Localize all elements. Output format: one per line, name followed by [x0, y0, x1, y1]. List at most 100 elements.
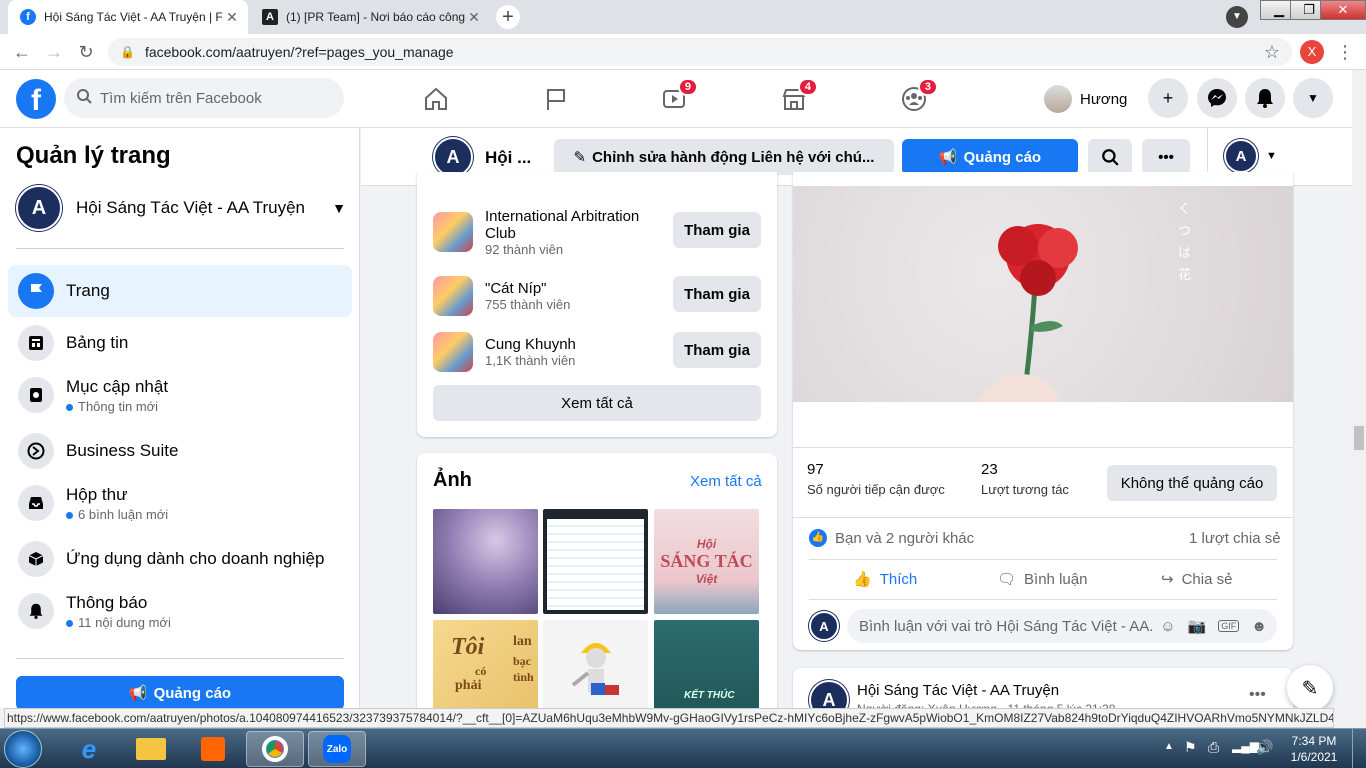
photo-thumbnail[interactable] [433, 509, 538, 614]
sidebar-promote-button[interactable]: 📢 Quảng cáo [16, 676, 344, 710]
reload-icon[interactable]: ↻ [76, 42, 96, 62]
reactions-text: Bạn và 2 người khác [835, 529, 975, 547]
join-group-button[interactable]: Tham gia [673, 332, 761, 368]
edit-contact-label: Chỉnh sửa hành động Liên hệ với chú... [592, 148, 875, 166]
user-name: Hương [1080, 90, 1128, 108]
back-arrow-icon[interactable]: ← [12, 42, 32, 62]
taskbar-ie-icon[interactable]: e [60, 731, 118, 767]
promote-button[interactable]: 📢 Quảng cáo [902, 139, 1078, 175]
browser-tab-active[interactable]: f Hội Sáng Tác Việt - AA Truyện | F ✕ [8, 0, 248, 34]
address-bar[interactable]: 🔒 facebook.com/aatruyen/?ref=pages_you_m… [108, 38, 1292, 66]
page-short-name[interactable]: Hội ... [485, 148, 531, 168]
compose-message-button[interactable]: ✎ [1287, 665, 1333, 711]
tray-network-icon[interactable]: ▂▄▆ [1232, 739, 1259, 753]
taskbar-chrome-icon[interactable] [246, 731, 304, 767]
more-options-button[interactable]: ••• [1142, 139, 1190, 175]
comment-input[interactable]: Bình luận với vai trò Hội Sáng Tác Việt … [847, 609, 1277, 643]
shares-count[interactable]: 1 lượt chia sẻ [1189, 530, 1281, 547]
profile-link[interactable]: Hương [1044, 82, 1127, 116]
taskbar-zalo-icon[interactable]: Zalo [308, 731, 366, 767]
group-thumbnail[interactable] [433, 276, 473, 316]
facebook-logo-icon[interactable]: f [16, 79, 56, 119]
gif-icon[interactable]: GIF [1218, 620, 1240, 632]
sidebar-item-page[interactable]: Trang [8, 265, 352, 317]
close-tab-icon[interactable]: ✕ [466, 9, 482, 25]
join-group-button[interactable]: Tham gia [673, 276, 761, 312]
thumb-text: KẾT THÚC [684, 690, 735, 701]
sidebar-item-business-apps[interactable]: Ứng dụng dành cho doanh nghiệp [8, 533, 352, 585]
start-button[interactable] [4, 730, 42, 768]
share-button[interactable]: ↪ Chia sẻ [1161, 570, 1232, 589]
page-switcher[interactable]: A Hội Sáng Tác Việt - AA Truyện ▼ [16, 184, 346, 232]
tray-printer-icon[interactable]: ⎙ [1208, 739, 1219, 756]
group-name[interactable]: Cung Khuynh [485, 336, 671, 353]
like-button[interactable]: 👍 Thích [853, 570, 917, 589]
post-author[interactable]: Hội Sáng Tác Việt - AA Truyện [857, 682, 1059, 699]
reactions-summary[interactable]: 👍 Bạn và 2 người khác [809, 529, 974, 547]
sticker-icon[interactable]: ☻ [1251, 618, 1267, 635]
menu-kebab-icon[interactable]: ⋮ [1336, 42, 1354, 63]
pages-flag-icon[interactable] [538, 82, 574, 116]
post-image[interactable]: く つ は 花 [793, 186, 1293, 402]
page-search-button[interactable] [1088, 139, 1132, 175]
show-desktop-button[interactable] [1352, 729, 1366, 768]
sidebar-item-news-feed[interactable]: Bảng tin [8, 317, 352, 369]
notifications-bell-icon[interactable] [1245, 78, 1285, 118]
close-window-button[interactable]: ✕ [1320, 0, 1366, 20]
create-plus-icon[interactable]: + [1148, 78, 1188, 118]
sidebar-item-sub: 11 nội dung mới [66, 615, 171, 630]
caret-down-icon[interactable]: ▼ [1266, 150, 1277, 162]
sidebar-item-inbox[interactable]: Hộp thư 6 bình luận mới [8, 477, 352, 529]
group-name[interactable]: International Arbitration Club [485, 208, 671, 242]
group-thumbnail[interactable] [433, 332, 473, 372]
comment-button[interactable]: 🗨 Bình luận [997, 570, 1087, 589]
tab-search-icon[interactable]: ▼ [1226, 6, 1248, 28]
marketplace-icon[interactable]: 4 [776, 78, 818, 116]
taskbar-explorer-icon[interactable] [122, 731, 180, 767]
scrollbar-thumb[interactable] [1354, 426, 1364, 450]
edit-contact-button[interactable]: ✎ Chỉnh sửa hành động Liên hệ với chú... [554, 139, 894, 175]
browser-tab[interactable]: A (1) [PR Team] - Nơi báo cáo công ✕ [250, 0, 490, 34]
page-scrollbar[interactable] [1352, 70, 1366, 728]
join-group-button[interactable]: Tham gia [673, 212, 761, 248]
see-all-groups-button[interactable]: Xem tất cả [433, 385, 761, 421]
cannot-promote-button[interactable]: Không thể quảng cáo [1107, 465, 1277, 501]
taskbar-clock[interactable]: 7:34 PM 1/6/2021 [1286, 733, 1342, 765]
group-thumbnail[interactable] [433, 212, 473, 252]
sidebar-item-business-suite[interactable]: Business Suite [8, 425, 352, 477]
forward-arrow-icon[interactable]: → [44, 42, 64, 62]
bookmark-star-icon[interactable]: ☆ [1264, 42, 1280, 63]
tray-volume-icon[interactable]: 🔊 [1256, 739, 1273, 756]
emoji-icon[interactable]: ☺ [1160, 618, 1175, 635]
sidebar-item-updates[interactable]: Mục cập nhật Thông tin mới [8, 369, 352, 421]
group-name[interactable]: "Cát Níp" [485, 280, 671, 297]
tray-expand-icon[interactable]: ▲ [1164, 741, 1174, 752]
close-tab-icon[interactable]: ✕ [224, 9, 240, 25]
post-more-icon[interactable]: ••• [1249, 686, 1266, 704]
thumb-text: lan [513, 634, 532, 649]
groups-icon[interactable]: 3 [896, 78, 938, 116]
page-header-logo[interactable]: A [433, 137, 473, 177]
commenter-avatar[interactable]: A [809, 611, 839, 641]
search-input[interactable]: Tìm kiếm trên Facebook [64, 78, 344, 118]
sidebar-item-notifications[interactable]: Thông báo 11 nội dung mới [8, 585, 352, 637]
new-tab-button[interactable]: + [496, 5, 520, 29]
photo-thumbnail[interactable]: Hội SÁNG TÁC Việt [654, 509, 759, 614]
watch-icon[interactable]: 9 [656, 78, 698, 116]
account-chevron-down-icon[interactable]: ▼ [1293, 78, 1333, 118]
reach-value: 97 [807, 461, 824, 478]
messenger-icon[interactable] [1197, 78, 1237, 118]
home-icon[interactable] [418, 82, 454, 116]
camera-icon[interactable]: 📷 [1188, 617, 1207, 635]
acting-as-page-avatar[interactable]: A [1224, 139, 1258, 173]
profile-avatar[interactable]: X [1300, 40, 1324, 64]
business-suite-icon [18, 433, 54, 469]
thumb-text: có [475, 664, 487, 678]
photos-see-all-link[interactable]: Xem tất cả [690, 473, 762, 490]
photo-thumbnail[interactable] [543, 509, 648, 614]
url-text: facebook.com/aatruyen/?ref=pages_you_man… [144, 44, 454, 60]
tray-flag-icon[interactable]: ⚑ [1184, 739, 1197, 756]
divider [809, 559, 1277, 560]
promote-label: Quảng cáo [963, 148, 1042, 166]
taskbar-media-icon[interactable] [184, 731, 242, 767]
